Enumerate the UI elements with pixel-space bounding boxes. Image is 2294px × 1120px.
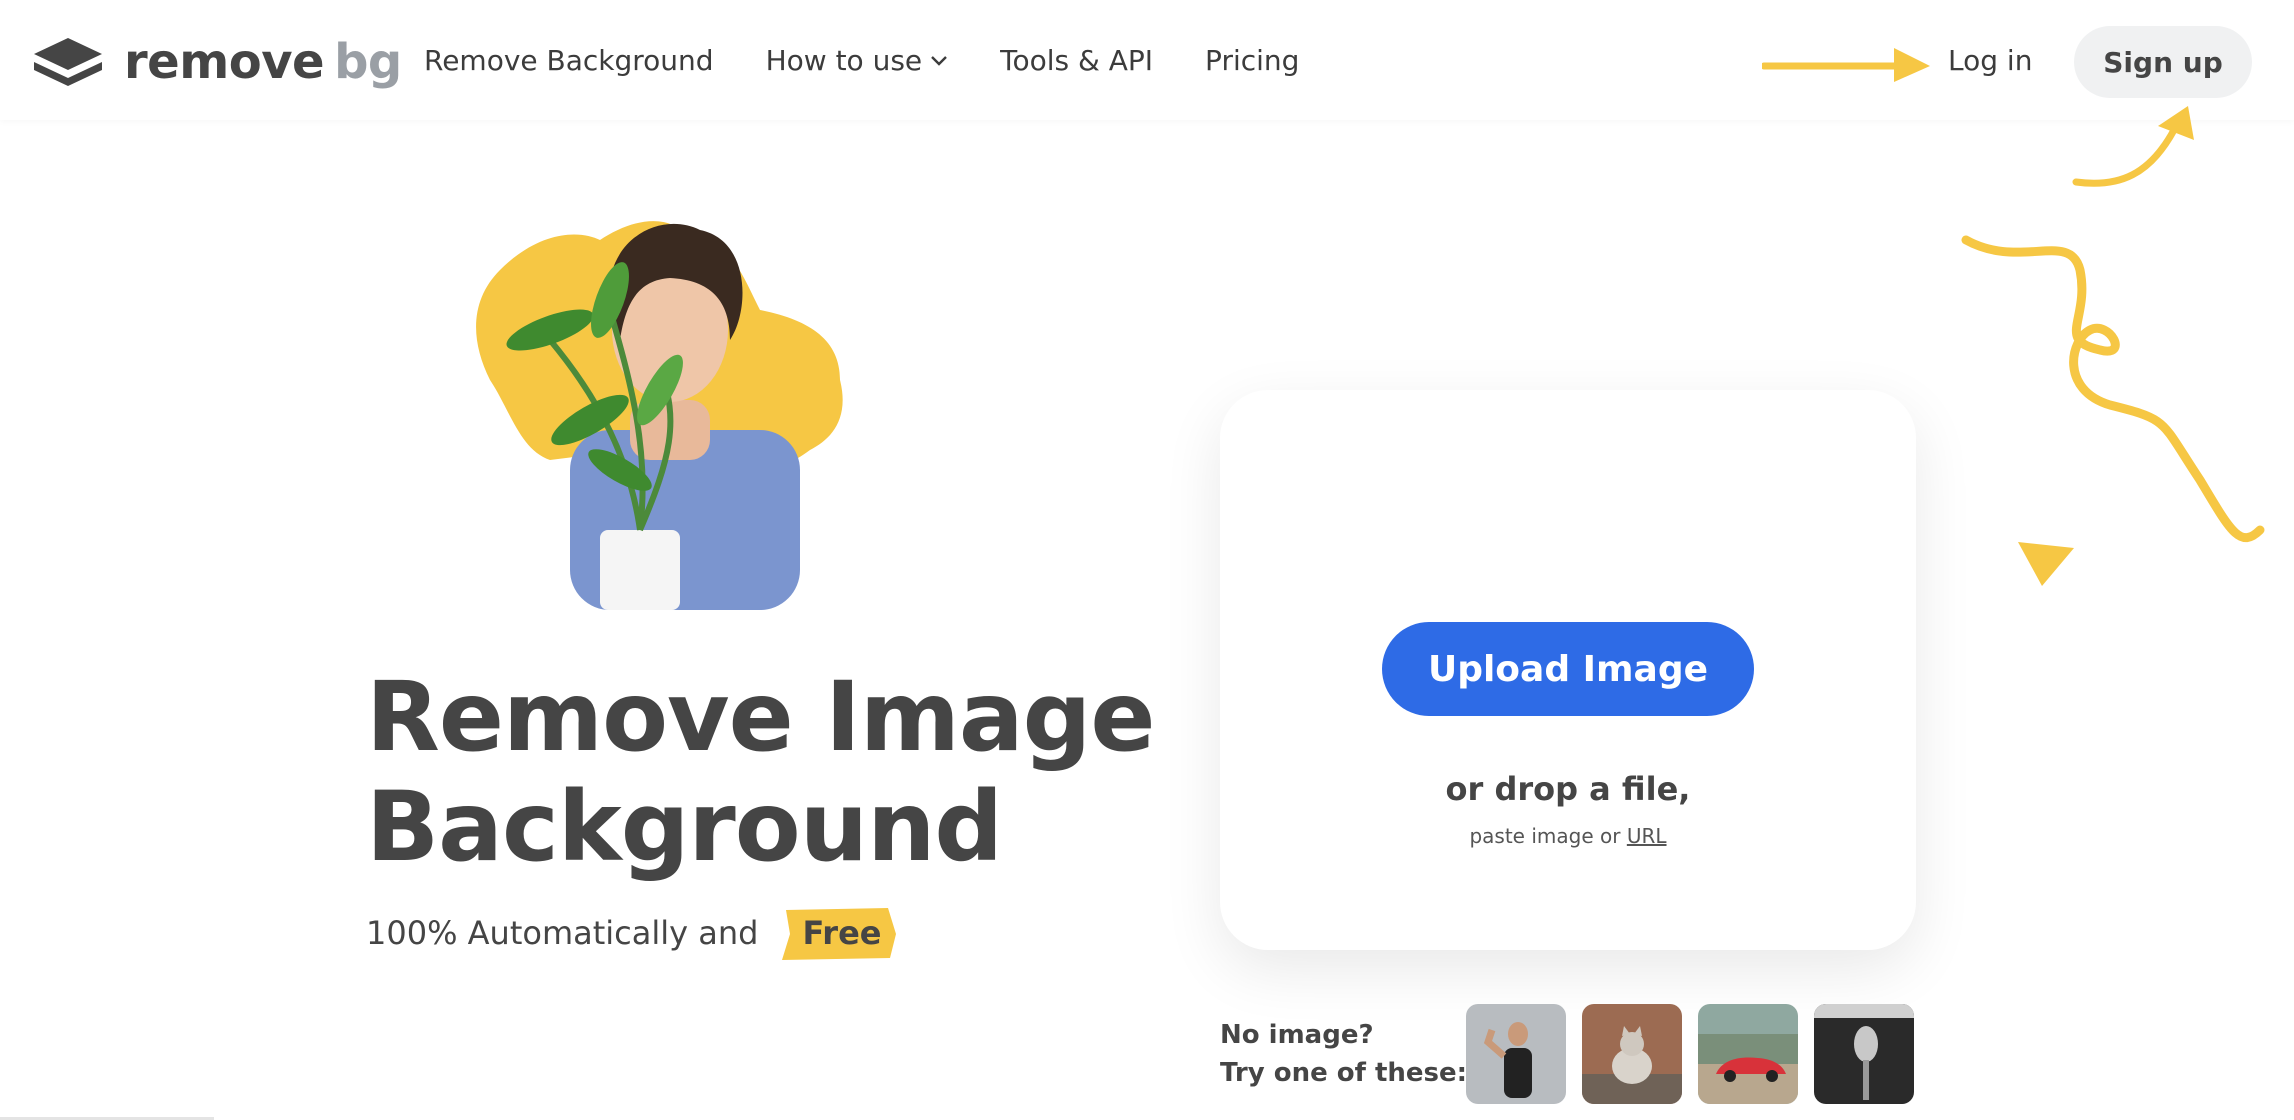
upload-card[interactable]: Upload Image or drop a file, paste image… (1220, 390, 1916, 950)
paste-text: paste image or URL (1469, 824, 1667, 848)
sample-images (1466, 1004, 1914, 1104)
login-link[interactable]: Log in (1948, 44, 2032, 77)
tagline: 100% Automatically and Free (366, 908, 907, 960)
annotation-arrow-icon (1762, 48, 1930, 82)
squiggle-icon (1961, 235, 2265, 543)
logo[interactable]: remove bg (32, 34, 402, 90)
sample-car-thumbnail[interactable] (1698, 1004, 1798, 1104)
triangle-icon (2018, 542, 2074, 586)
hero-illustration (476, 221, 843, 610)
sample-woman-thumbnail[interactable] (1466, 1004, 1566, 1104)
drop-file-text: or drop a file, (1445, 770, 1691, 808)
page-title: Remove Image Background (366, 661, 1155, 883)
upload-image-button[interactable]: Upload Image (1382, 622, 1754, 716)
logo-wordmark: remove bg (124, 34, 402, 90)
main-nav: Remove Background How to use Tools & API… (424, 44, 1299, 77)
curved-arrow-icon (2072, 106, 2194, 187)
nav-tools-api[interactable]: Tools & API (1000, 44, 1153, 77)
sample-cat-thumbnail[interactable] (1582, 1004, 1682, 1104)
nav-remove-background[interactable]: Remove Background (424, 44, 714, 77)
nav-pricing[interactable]: Pricing (1205, 44, 1299, 77)
signup-button[interactable]: Sign up (2074, 26, 2252, 98)
free-badge: Free (776, 908, 907, 960)
chevron-down-icon (931, 55, 947, 66)
sample-prompt: No image? Try one of these: (1220, 1020, 1468, 1088)
nav-how-to-use[interactable]: How to use (766, 44, 949, 77)
logo-icon (34, 38, 102, 86)
sample-microphone-thumbnail[interactable] (1814, 1004, 1914, 1104)
site-header: remove bg Remove Background How to use To… (0, 0, 2294, 120)
url-link[interactable]: URL (1627, 824, 1667, 848)
